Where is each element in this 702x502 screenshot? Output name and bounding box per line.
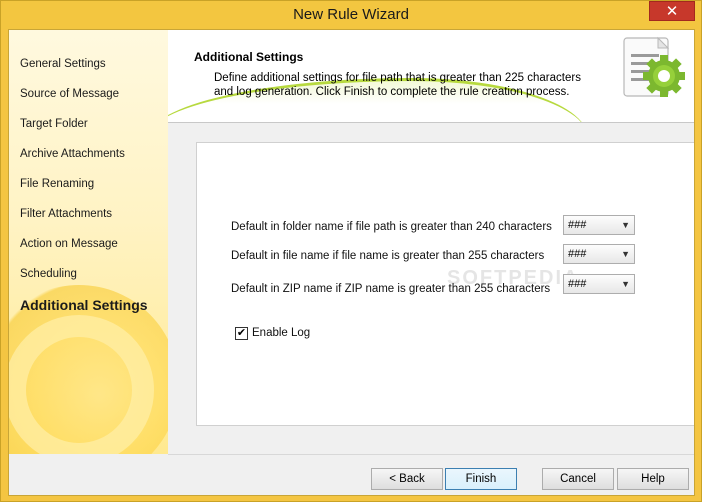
sidebar-item-file-renaming[interactable]: File Renaming	[20, 178, 94, 190]
finish-button[interactable]: Finish	[445, 468, 517, 490]
enable-log-checkbox[interactable]: ✔	[235, 327, 248, 340]
step-description: Define additional settings for file path…	[214, 72, 581, 98]
help-button[interactable]: Help	[617, 468, 689, 490]
folder-name-setting-label: Default in folder name if file path is g…	[231, 221, 552, 233]
sidebar-item-source-of-message[interactable]: Source of Message	[20, 88, 119, 100]
back-button[interactable]: < Back	[371, 468, 443, 490]
close-button[interactable]: ✕	[649, 1, 695, 21]
window-title: New Rule Wizard	[293, 6, 409, 23]
chevron-down-icon: ▼	[621, 220, 630, 230]
title-bar[interactable]: New Rule Wizard ✕	[1, 1, 701, 29]
step-header: Additional Settings Define additional se…	[168, 30, 694, 122]
step-title: Additional Settings	[194, 50, 304, 64]
chevron-down-icon: ▼	[621, 279, 630, 289]
file-name-default-select[interactable]: ### ▼	[563, 244, 635, 264]
sidebar-item-archive-attachments[interactable]: Archive Attachments	[20, 148, 125, 160]
cancel-button[interactable]: Cancel	[542, 468, 614, 490]
settings-panel: SOFTPEDIA Default in folder name if file…	[196, 142, 694, 426]
chevron-down-icon: ▼	[621, 249, 630, 259]
sidebar-item-action-on-message[interactable]: Action on Message	[20, 238, 118, 250]
zip-name-default-select[interactable]: ### ▼	[563, 274, 635, 294]
zip-name-default-value: ###	[568, 278, 587, 290]
zip-name-setting-label: Default in ZIP name if ZIP name is great…	[231, 283, 551, 295]
wizard-steps-sidebar: General Settings Source of Message Targe…	[9, 30, 168, 454]
document-gear-icon	[623, 36, 685, 97]
sidebar-item-target-folder[interactable]: Target Folder	[20, 118, 88, 130]
file-name-default-value: ###	[568, 248, 587, 260]
wizard-window: New Rule Wizard ✕ General Settings Sourc…	[0, 0, 702, 502]
sidebar-item-general-settings[interactable]: General Settings	[20, 58, 106, 70]
sidebar-item-additional-settings[interactable]: Additional Settings	[20, 297, 148, 313]
checkmark-icon: ✔	[236, 327, 247, 339]
wizard-client-area: General Settings Source of Message Targe…	[8, 29, 695, 496]
footer-divider	[168, 454, 694, 455]
sidebar-item-scheduling[interactable]: Scheduling	[20, 268, 77, 280]
header-divider	[168, 122, 694, 123]
folder-name-default-select[interactable]: ### ▼	[563, 215, 635, 235]
folder-name-default-value: ###	[568, 219, 587, 231]
sidebar-item-filter-attachments[interactable]: Filter Attachments	[20, 208, 112, 220]
file-name-setting-label: Default in file name if file name is gre…	[231, 250, 545, 262]
close-icon: ✕	[665, 3, 679, 20]
enable-log-label[interactable]: Enable Log	[252, 327, 310, 339]
